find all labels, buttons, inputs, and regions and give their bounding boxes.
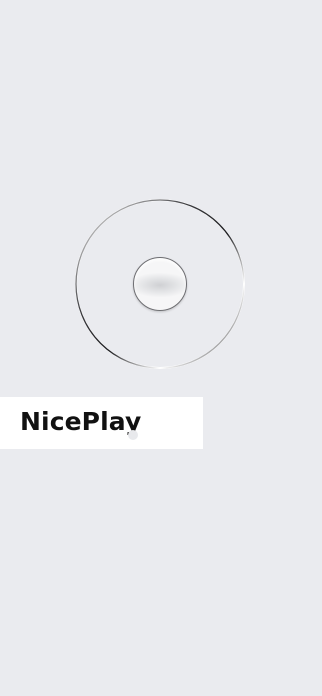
brand-panel: NicePlay [0,397,203,449]
knob-icon[interactable] [133,257,187,311]
app-title: NicePlay [20,407,142,436]
dot-icon [128,430,138,440]
splash-screen: NicePlay [0,0,322,696]
